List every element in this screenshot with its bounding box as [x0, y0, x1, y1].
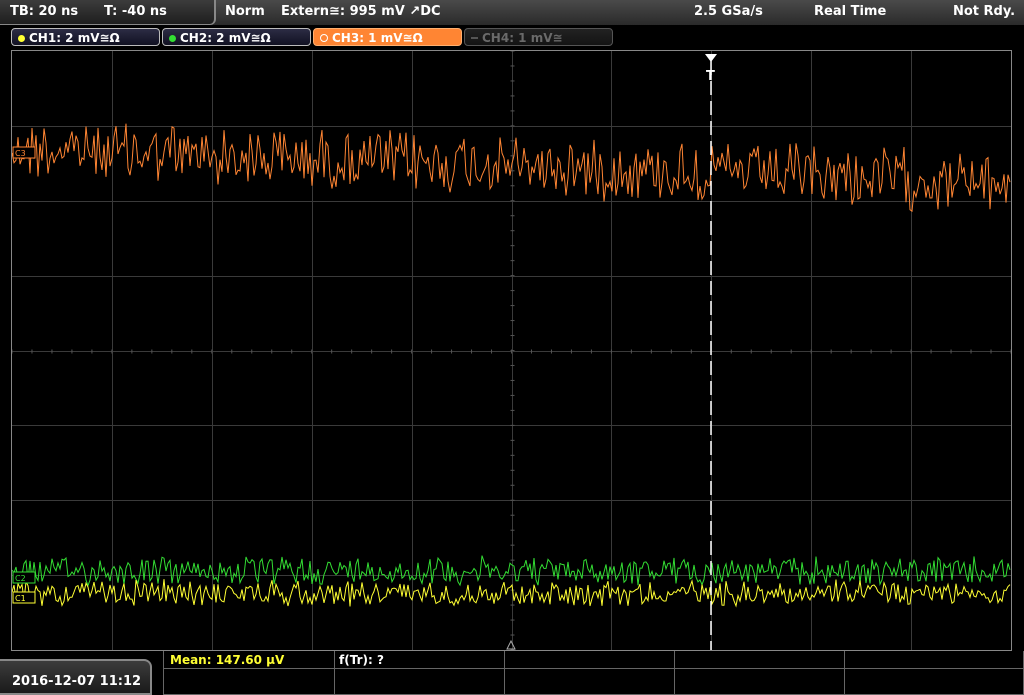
waveform-canvas: T C3 C2 C1 [11, 50, 1012, 651]
measurement-cell-empty[interactable] [163, 669, 335, 695]
trace-ch1 [11, 579, 1011, 608]
measurement-mean: Mean: 147.60 μV [170, 653, 285, 667]
time-reference-icon [506, 639, 516, 650]
measurement-cell-empty[interactable] [505, 651, 675, 669]
bottom-bar: 2016-12-07 11:12 Mean: 147.60 μV f(Tr): … [0, 651, 1024, 695]
trace-ch3 [11, 123, 1011, 213]
channel-tab-ch1[interactable]: CH1: 2 mV≅Ω [11, 28, 160, 46]
measurement-freq: f(Tr): ? [339, 653, 384, 667]
channel-tab-ch4-label: CH4: 1 mV≅ [482, 31, 563, 45]
channel-tab-ch4[interactable]: CH4: 1 mV≅ [464, 28, 613, 46]
measurement-panel[interactable]: Mean: 147.60 μV f(Tr): ? [163, 651, 1024, 695]
measurement-freq-cell[interactable]: f(Tr): ? [335, 651, 505, 669]
waveform-display[interactable]: T C3 C2 C1 [11, 50, 1012, 651]
ch2-color-dot [169, 35, 176, 42]
channel-tab-ch2[interactable]: CH2: 2 mV≅Ω [162, 28, 311, 46]
channel-tab-ch3[interactable]: CH3: 1 mV≅Ω [313, 28, 462, 46]
timebase-box[interactable]: TB: 20 ns T: -40 ns [0, 0, 216, 25]
trigger-marker-label: T [706, 69, 715, 84]
measurement-cell-empty[interactable] [505, 669, 675, 695]
ch3-level-marker[interactable]: C3 [12, 146, 36, 159]
status-bar: TB: 20 ns T: -40 ns Norm Extern≅: 995 mV… [0, 0, 1024, 26]
measurement-cell-empty[interactable] [675, 651, 845, 669]
measurement-cell-empty[interactable] [675, 669, 845, 695]
measurement-cell-empty[interactable] [845, 651, 1024, 669]
ch1-level-marker-label: C1 [15, 594, 26, 603]
channel-tabs: CH1: 2 mV≅Ω CH2: 2 mV≅Ω CH3: 1 mV≅Ω CH4:… [0, 25, 1024, 49]
ch3-level-marker-label: C3 [15, 149, 26, 158]
trigger-position-arrow-icon[interactable] [705, 54, 717, 62]
measurement-mean-cell[interactable]: Mean: 147.60 μV [163, 651, 335, 669]
channel-tab-ch1-label: CH1: 2 mV≅Ω [29, 31, 120, 45]
ch4-color-dot [471, 37, 478, 39]
run-status: Not Rdy. [953, 4, 1016, 19]
sample-rate: 2.5 GSa/s [694, 4, 763, 19]
ch2-level-marker-label: C2 [15, 574, 26, 583]
timebase-readout: TB: 20 ns [10, 4, 79, 19]
trigger-offset-readout: T: -40 ns [104, 4, 167, 19]
channel-tab-ch2-label: CH2: 2 mV≅Ω [180, 31, 271, 45]
trigger-mode[interactable]: Norm [225, 4, 265, 19]
trigger-source[interactable]: Extern≅: 995 mV ↗DC [281, 4, 441, 19]
ch2-level-marker[interactable]: C2 [12, 571, 36, 584]
channel-tab-ch3-label: CH3: 1 mV≅Ω [332, 31, 423, 45]
measurement-cell-empty[interactable] [335, 669, 505, 695]
acquisition-mode[interactable]: Real Time [814, 4, 886, 19]
datetime-readout: 2016-12-07 11:12 [12, 674, 142, 689]
ch3-color-dot [320, 34, 328, 42]
ch1-color-dot [18, 35, 25, 42]
datetime-box: 2016-12-07 11:12 [0, 659, 152, 695]
measurement-cell-empty[interactable] [845, 669, 1024, 695]
ch1-level-marker[interactable]: C1 [12, 591, 36, 604]
